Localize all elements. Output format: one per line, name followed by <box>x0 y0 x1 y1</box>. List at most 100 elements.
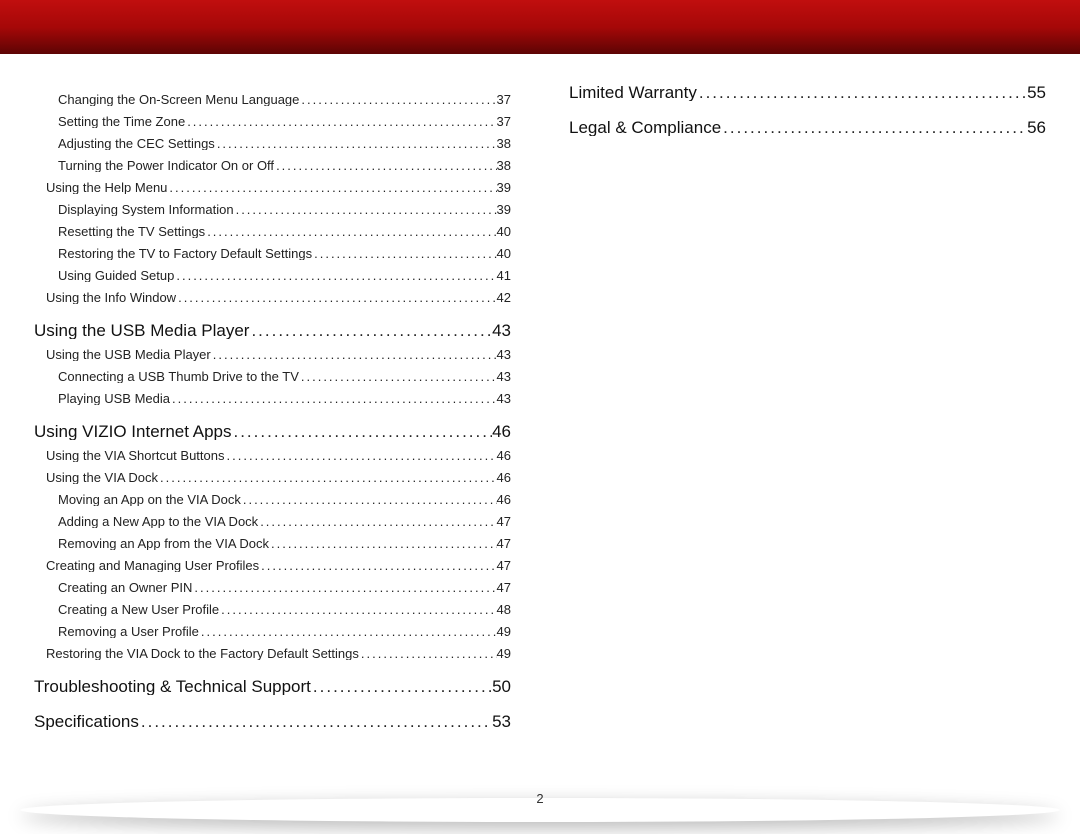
toc-entry[interactable]: Restoring the TV to Factory Default Sett… <box>34 247 511 260</box>
toc-entry[interactable]: Turning the Power Indicator On or Off...… <box>34 159 511 172</box>
toc-entry-page: 40 <box>497 225 511 238</box>
toc-leader-dots: ........................................… <box>174 269 496 282</box>
toc-entry[interactable]: Using Guided Setup......................… <box>34 269 511 282</box>
toc-entry-label: Legal & Compliance <box>569 119 721 136</box>
header-banner <box>0 0 1080 54</box>
toc-entry-label: Using the VIA Dock <box>46 471 158 484</box>
toc-leader-dots: ........................................… <box>185 115 496 128</box>
toc-entry-page: 38 <box>497 159 511 172</box>
toc-leader-dots: ........................................… <box>249 322 492 339</box>
toc-entry-label: Adding a New App to the VIA Dock <box>58 515 258 528</box>
toc-entry-label: Restoring the VIA Dock to the Factory De… <box>46 647 359 660</box>
toc-entry[interactable]: Removing an App from the VIA Dock.......… <box>34 537 511 550</box>
toc-entry-label: Using the USB Media Player <box>34 322 249 339</box>
toc-entry-page: 42 <box>497 291 511 304</box>
toc-entry[interactable]: Using the USB Media Player..............… <box>34 322 511 339</box>
toc-entry-page: 43 <box>497 370 511 383</box>
toc-entry-page: 37 <box>497 93 511 106</box>
toc-entry[interactable]: Using the VIA Dock......................… <box>34 471 511 484</box>
toc-entry[interactable]: Creating a New User Profile.............… <box>34 603 511 616</box>
toc-entry-label: Changing the On-Screen Menu Language <box>58 93 299 106</box>
toc-entry-page: 56 <box>1027 119 1046 136</box>
page-body: Changing the On-Screen Menu Language....… <box>0 54 1080 810</box>
toc-leader-dots: ........................................… <box>269 537 497 550</box>
toc-leader-dots: ........................................… <box>697 84 1027 101</box>
toc-entry[interactable]: Using the VIA Shortcut Buttons..........… <box>34 449 511 462</box>
toc-entry-page: 49 <box>497 647 511 660</box>
toc-entry-page: 40 <box>497 247 511 260</box>
toc-entry-label: Playing USB Media <box>58 392 170 405</box>
toc-entry-page: 49 <box>497 625 511 638</box>
toc-entry-page: 47 <box>497 559 511 572</box>
toc-entry[interactable]: Using the USB Media Player..............… <box>34 348 511 361</box>
toc-entry-label: Using VIZIO Internet Apps <box>34 423 231 440</box>
toc-entry-label: Limited Warranty <box>569 84 697 101</box>
toc-entry-label: Specifications <box>34 713 139 730</box>
toc-entry-label: Connecting a USB Thumb Drive to the TV <box>58 370 299 383</box>
toc-entry[interactable]: Removing a User Profile.................… <box>34 625 511 638</box>
toc-leader-dots: ........................................… <box>205 225 496 238</box>
toc-entry[interactable]: Connecting a USB Thumb Drive to the TV..… <box>34 370 511 383</box>
toc-leader-dots: ........................................… <box>176 291 496 304</box>
toc-entry-page: 37 <box>497 115 511 128</box>
toc-leader-dots: ........................................… <box>231 423 492 440</box>
toc-entry-page: 46 <box>492 423 511 440</box>
toc-leader-dots: ........................................… <box>299 93 496 106</box>
toc-entry[interactable]: Setting the Time Zone...................… <box>34 115 511 128</box>
toc-entry[interactable]: Adjusting the CEC Settings..............… <box>34 137 511 150</box>
toc-entry[interactable]: Limited Warranty........................… <box>569 84 1046 101</box>
toc-entry-label: Displaying System Information <box>58 203 234 216</box>
toc-entry[interactable]: Specifications..........................… <box>34 713 511 730</box>
toc-entry-page: 41 <box>497 269 511 282</box>
toc-entry[interactable]: Moving an App on the VIA Dock...........… <box>34 493 511 506</box>
toc-entry[interactable]: Using VIZIO Internet Apps...............… <box>34 423 511 440</box>
toc-entry-label: Setting the Time Zone <box>58 115 185 128</box>
toc-entry[interactable]: Troubleshooting & Technical Support.....… <box>34 678 511 695</box>
toc-entry-page: 38 <box>497 137 511 150</box>
toc-entry-page: 47 <box>497 581 511 594</box>
toc-leader-dots: ........................................… <box>721 119 1027 136</box>
toc-entry-label: Creating an Owner PIN <box>58 581 192 594</box>
toc-entry-label: Removing a User Profile <box>58 625 199 638</box>
toc-entry[interactable]: Using the Info Window...................… <box>34 291 511 304</box>
toc-entry[interactable]: Adding a New App to the VIA Dock........… <box>34 515 511 528</box>
toc-entry-label: Adjusting the CEC Settings <box>58 137 215 150</box>
toc-entry-label: Restoring the TV to Factory Default Sett… <box>58 247 312 260</box>
toc-entry-label: Using Guided Setup <box>58 269 174 282</box>
toc-entry[interactable]: Creating and Managing User Profiles.....… <box>34 559 511 572</box>
toc-entry-label: Creating and Managing User Profiles <box>46 559 259 572</box>
toc-leader-dots: ........................................… <box>311 678 492 695</box>
toc-entry-page: 43 <box>497 348 511 361</box>
toc-entry[interactable]: Restoring the VIA Dock to the Factory De… <box>34 647 511 660</box>
toc-entry[interactable]: Displaying System Information...........… <box>34 203 511 216</box>
toc-entry-page: 53 <box>492 713 511 730</box>
toc-entry-page: 47 <box>497 515 511 528</box>
toc-entry-label: Using the Help Menu <box>46 181 167 194</box>
toc-leader-dots: ........................................… <box>259 559 496 572</box>
toc-leader-dots: ........................................… <box>211 348 497 361</box>
toc-entry[interactable]: Resetting the TV Settings...............… <box>34 225 511 238</box>
toc-entry-label: Turning the Power Indicator On or Off <box>58 159 274 172</box>
toc-entry-page: 48 <box>497 603 511 616</box>
toc-leader-dots: ........................................… <box>170 392 497 405</box>
toc-entry[interactable]: Changing the On-Screen Menu Language....… <box>34 93 511 106</box>
toc-entry[interactable]: Using the Help Menu.....................… <box>34 181 511 194</box>
toc-entry-label: Troubleshooting & Technical Support <box>34 678 311 695</box>
toc-entry-page: 46 <box>497 471 511 484</box>
toc-entry[interactable]: Legal & Compliance......................… <box>569 119 1046 136</box>
toc-leader-dots: ........................................… <box>274 159 496 172</box>
toc-entry-label: Resetting the TV Settings <box>58 225 205 238</box>
toc-leader-dots: ........................................… <box>139 713 492 730</box>
toc-entry-label: Moving an App on the VIA Dock <box>58 493 241 506</box>
toc-leader-dots: ........................................… <box>299 370 497 383</box>
toc-entry[interactable]: Playing USB Media.......................… <box>34 392 511 405</box>
toc-entry[interactable]: Creating an Owner PIN...................… <box>34 581 511 594</box>
toc-leader-dots: ........................................… <box>258 515 496 528</box>
toc-entry-page: 47 <box>497 537 511 550</box>
toc-column-left: Changing the On-Screen Menu Language....… <box>34 84 511 810</box>
toc-entry-label: Removing an App from the VIA Dock <box>58 537 269 550</box>
toc-leader-dots: ........................................… <box>225 449 497 462</box>
toc-entry-label: Using the USB Media Player <box>46 348 211 361</box>
toc-entry-page: 39 <box>497 181 511 194</box>
toc-entry-page: 43 <box>497 392 511 405</box>
